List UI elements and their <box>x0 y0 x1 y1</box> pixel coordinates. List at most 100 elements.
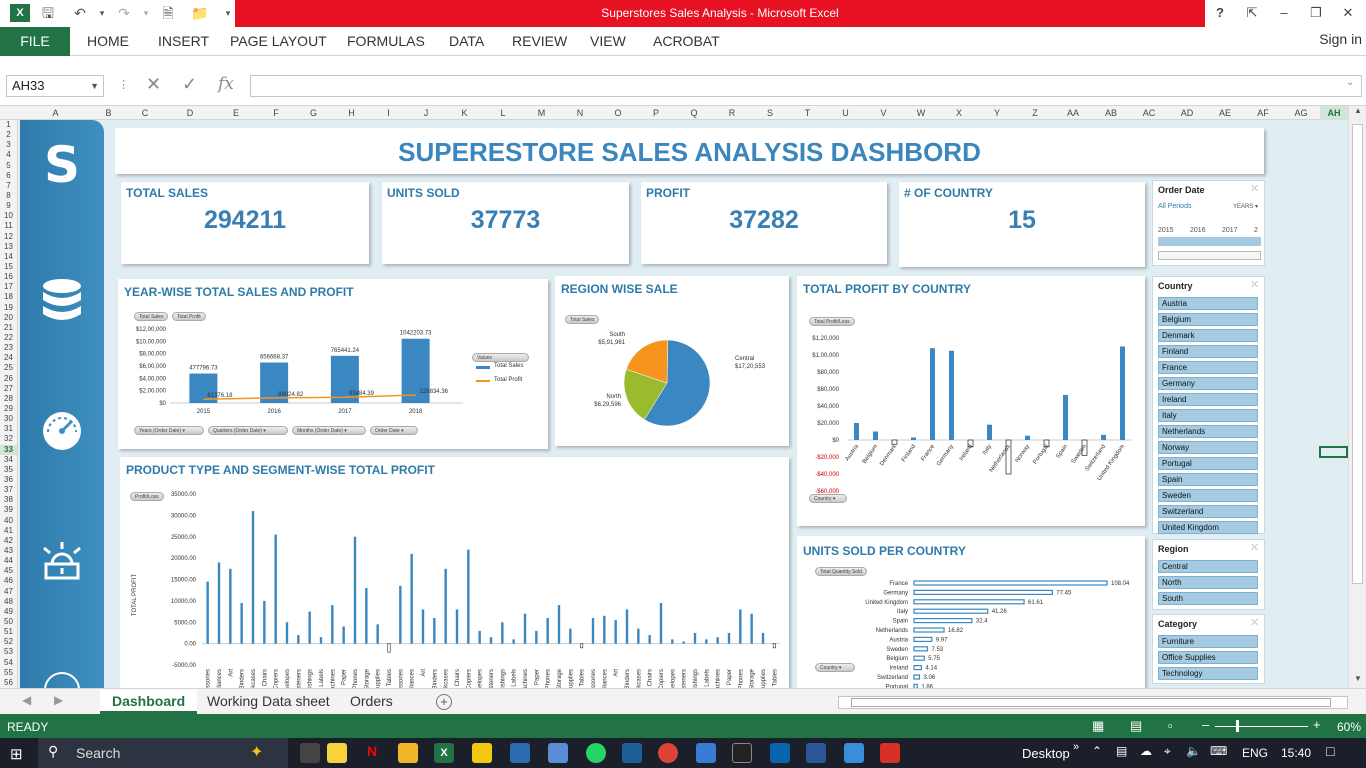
volume-icon[interactable]: 🔈 <box>1186 744 1201 758</box>
horizontal-scroll-thumb[interactable] <box>851 698 1331 707</box>
units-bar[interactable] <box>913 646 929 652</box>
row-header[interactable]: 33 <box>0 444 17 455</box>
slicer-item[interactable]: Furniture <box>1158 635 1258 648</box>
slicer-item[interactable]: Ireland <box>1158 393 1258 406</box>
field-button[interactable]: Total Quantity Sold <box>815 567 867 576</box>
close-icon[interactable]: ✕ <box>1336 3 1360 23</box>
row-header[interactable]: 7 <box>0 181 17 191</box>
product-bar[interactable] <box>353 536 357 644</box>
column-header[interactable]: U <box>826 106 865 120</box>
product-bar[interactable] <box>625 609 629 644</box>
tab-review[interactable]: REVIEW <box>512 27 567 56</box>
product-bar[interactable] <box>365 588 368 644</box>
row-header[interactable]: 6 <box>0 171 17 181</box>
netflix-icon[interactable]: N <box>362 743 382 763</box>
next-sheet-icon[interactable]: ▶ <box>54 693 63 707</box>
insert-function-icon[interactable]: fx <box>218 74 234 94</box>
database-icon[interactable] <box>20 278 104 331</box>
legend-field-button[interactable]: Values <box>472 353 529 362</box>
profit-bar[interactable] <box>911 437 916 440</box>
column-header[interactable]: R <box>713 106 751 120</box>
product-bar[interactable] <box>263 600 266 644</box>
row-header[interactable]: 42 <box>0 536 17 546</box>
profit-bar[interactable] <box>1063 394 1068 440</box>
tab-acrobat[interactable]: ACROBAT <box>653 27 720 56</box>
column-header[interactable]: S <box>751 106 789 120</box>
product-bar[interactable] <box>523 613 527 644</box>
profit-bar[interactable] <box>873 431 878 441</box>
column-header[interactable]: AG <box>1282 106 1320 120</box>
row-header[interactable]: 35 <box>0 465 17 475</box>
product-bar[interactable] <box>433 617 436 644</box>
row-header[interactable]: 49 <box>0 607 17 617</box>
product-bar[interactable] <box>217 562 221 644</box>
profit-bar[interactable] <box>949 350 954 440</box>
expand-formula-icon[interactable]: ⌄ <box>1346 77 1354 88</box>
year-wise-chart[interactable]: YEAR-WISE TOTAL SALES AND PROFIT Total S… <box>118 279 548 449</box>
row-header[interactable]: 15 <box>0 262 17 272</box>
product-bar[interactable] <box>546 617 549 644</box>
column-header[interactable]: AC <box>1130 106 1168 120</box>
product-bar[interactable] <box>671 639 674 644</box>
product-bar[interactable] <box>682 641 685 644</box>
row-header[interactable]: 34 <box>0 455 17 465</box>
column-header[interactable]: AD <box>1168 106 1206 120</box>
copilot-sparkle-icon[interactable]: ✦ <box>250 742 263 762</box>
units-bar[interactable] <box>913 674 921 680</box>
field-button[interactable]: Total Profit/Loss <box>809 317 855 326</box>
row-header[interactable]: 20 <box>0 313 17 323</box>
row-header[interactable]: 9 <box>0 201 17 211</box>
column-header[interactable]: T <box>789 106 826 120</box>
column-header[interactable]: Y <box>978 106 1016 120</box>
row-header[interactable]: 14 <box>0 252 17 262</box>
profit-bar[interactable] <box>1101 434 1106 440</box>
row-header[interactable]: 40 <box>0 516 17 526</box>
notepad-icon[interactable] <box>548 743 568 763</box>
row-header[interactable]: 5 <box>0 161 17 171</box>
product-bar[interactable] <box>206 581 209 644</box>
column-header[interactable]: A <box>18 106 93 120</box>
profit-bar[interactable] <box>854 423 859 440</box>
tray-chevron-icon[interactable]: ⌃ <box>1092 744 1102 758</box>
slicer-item[interactable]: Central <box>1158 560 1258 573</box>
clear-filter-icon[interactable]: ⛌ <box>1251 542 1258 553</box>
row-header[interactable]: 27 <box>0 384 17 394</box>
slicer-item[interactable]: Portugal <box>1158 457 1258 470</box>
slicer-item[interactable]: Norway <box>1158 441 1258 454</box>
outlook-icon[interactable] <box>770 743 790 763</box>
product-bar[interactable] <box>376 624 379 644</box>
taskbar-search-box[interactable]: ⚲ Search ✦ <box>38 738 288 768</box>
tab-formulas[interactable]: FORMULAS <box>347 27 425 56</box>
row-header[interactable]: 32 <box>0 434 17 444</box>
units-bar[interactable] <box>913 589 1053 595</box>
row-header[interactable]: 18 <box>0 292 17 302</box>
chrome-icon[interactable] <box>658 743 678 763</box>
column-header[interactable]: L <box>484 106 522 120</box>
tab-view[interactable]: VIEW <box>590 27 626 56</box>
slicer-item[interactable]: France <box>1158 361 1258 374</box>
product-bar[interactable] <box>727 632 731 644</box>
product-bar[interactable] <box>648 635 651 644</box>
product-bar[interactable] <box>478 630 481 644</box>
row-header[interactable]: 23 <box>0 343 17 353</box>
network-icon[interactable]: ⌖ <box>1164 744 1171 759</box>
undo-icon[interactable]: ↶ <box>70 4 90 22</box>
slicer-item[interactable]: United Kingdom <box>1158 521 1258 534</box>
name-box-dropdown-icon[interactable]: ▼ <box>90 76 99 96</box>
sign-in-link[interactable]: Sign in <box>1319 27 1362 51</box>
row-header[interactable]: 30 <box>0 414 17 424</box>
row-header[interactable]: 53 <box>0 647 17 657</box>
row-header[interactable]: 22 <box>0 333 17 343</box>
notification-icon[interactable]: □ <box>1326 743 1334 759</box>
row-header[interactable]: 44 <box>0 556 17 566</box>
product-bar[interactable] <box>387 643 391 653</box>
column-header[interactable]: P <box>637 106 675 120</box>
row-header[interactable]: 2 <box>0 130 17 140</box>
row-header[interactable]: 29 <box>0 404 17 414</box>
product-bar[interactable] <box>240 603 243 644</box>
column-header[interactable]: B <box>93 106 124 120</box>
tab-home[interactable]: HOME <box>87 27 129 56</box>
product-bar[interactable] <box>285 622 289 644</box>
product-bar[interactable] <box>739 609 742 644</box>
product-bar[interactable] <box>342 626 345 644</box>
